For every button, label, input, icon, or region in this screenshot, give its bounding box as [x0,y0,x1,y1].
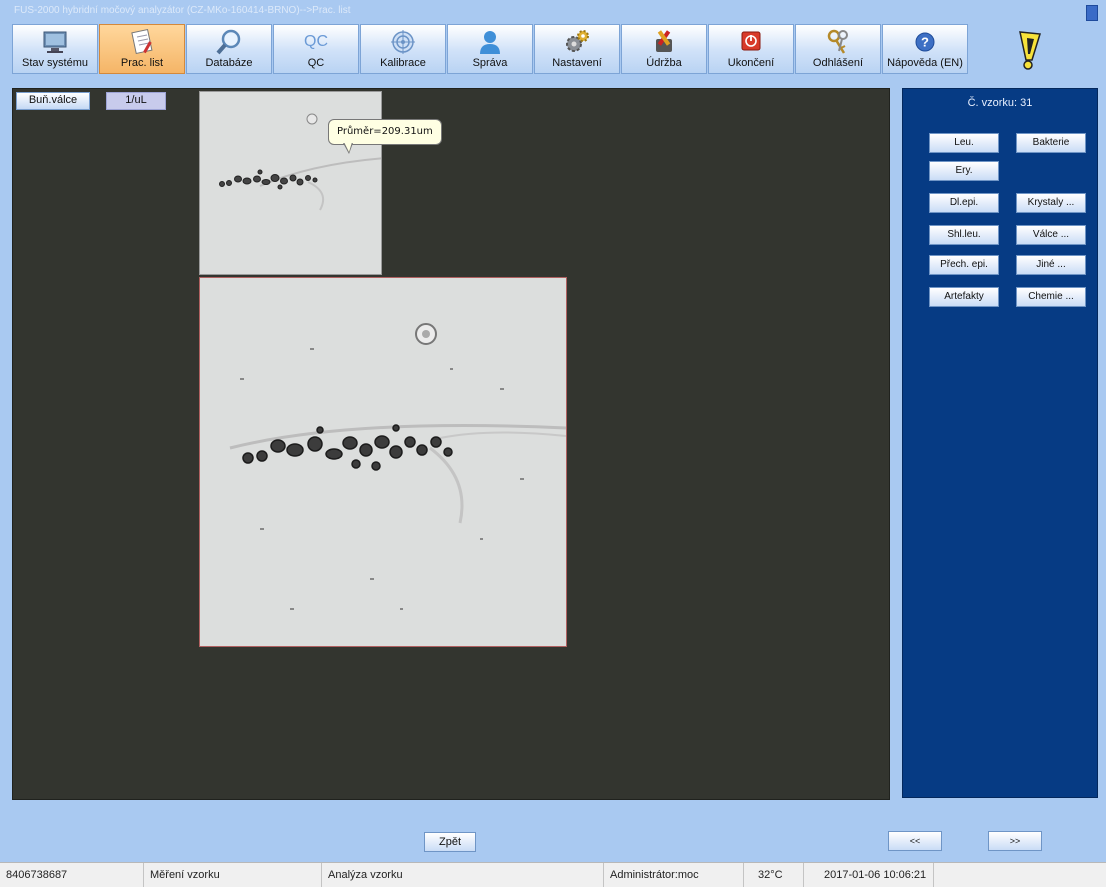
toolbar-label: Nastavení [552,57,602,69]
warning-icon[interactable] [1010,30,1044,72]
toolbar-label: Nápověda (EN) [887,57,963,69]
particle-enlarged-image-graphic [229,323,566,610]
toolbar-sprava-button[interactable]: Správa [447,24,533,74]
magnifier-icon [215,29,243,55]
gears-icon [563,29,591,55]
sample-number-label: Č. vzorku: 31 [967,97,1033,109]
toolbar-kalibrace-button[interactable]: Kalibrace [360,24,446,74]
diameter-tooltip: Průměr=209.31um [328,119,442,154]
toolbar-label: Prac. list [120,57,164,69]
toolbar-label: Kalibrace [380,57,426,69]
status-bar: 8406738687 Měření vzorku Analýza vzorku … [0,862,1106,887]
status-mode: Měření vzorku [144,863,322,887]
qc-icon: QC [304,33,328,50]
toolbar-ukonceni-button[interactable]: Ukončení [708,24,794,74]
image-workspace: Buň.válce 1/uL Průměr=209.31um [12,88,890,800]
back-button[interactable]: Zpět [424,832,476,852]
diameter-tooltip-text: Průměr=209.31um [337,126,433,137]
status-datetime: 2017-01-06 10:06:21 [804,863,934,887]
toolbar-nastaveni-button[interactable]: Nastavení [534,24,620,74]
toolbar-prac-list-button[interactable]: Prac. list [99,24,185,74]
toolbar-label: Databáze [205,57,253,69]
toolbar-label: Správa [472,57,508,69]
toolbar-stav-systemu-button[interactable]: Stav systému [12,24,98,74]
main-toolbar: Stav systému Prac. list Databáze QC QC K… [12,24,969,76]
ery-button[interactable]: Ery. [929,161,999,181]
toolbar-label: Stav systému [21,57,89,69]
prech-epi-button[interactable]: Přech. epi. [929,255,999,275]
unit-tag[interactable]: 1/uL [106,92,166,110]
monitor-icon [41,29,69,55]
category-tag[interactable]: Buň.válce [16,92,90,110]
status-temperature: 32°C [744,863,804,887]
toolbar-qc-button[interactable]: QC QC [273,24,359,74]
toolbar-napoveda-button[interactable]: ? Nápověda (EN) [882,24,968,74]
keys-icon [824,29,852,55]
tools-icon [650,29,678,55]
toolbar-udrzba-button[interactable]: Údržba [621,24,707,74]
tooltip-tail-fill [344,142,352,152]
power-icon [737,29,765,55]
toolbar-label: QC [307,57,325,69]
krystaly-button[interactable]: Krystaly ... [1016,193,1086,213]
jine-button[interactable]: Jiné ... [1016,255,1086,275]
svg-text:?: ? [921,35,929,50]
artefakty-button[interactable]: Artefakty [929,287,999,307]
toolbar-label: Údržba [646,57,682,69]
title-bar: FUS-2000 hybridní močový analyzátor (CZ-… [0,0,1106,22]
status-task: Analýza vzorku [322,863,604,887]
notebook-icon [128,29,156,55]
toolbar-odhlaseni-button[interactable]: Odhlášení [795,24,881,74]
bakterie-button[interactable]: Bakterie [1016,133,1086,153]
valce-button[interactable]: Válce ... [1016,225,1086,245]
status-sample-id: 8406738687 [0,863,144,887]
user-icon [476,29,504,55]
status-empty [934,863,1106,887]
help-icon: ? [911,29,939,55]
toolbar-label: Odhlášení [812,57,864,69]
shl-leu-button[interactable]: Shl.leu. [929,225,999,245]
target-icon [389,29,417,55]
toolbar-databaze-button[interactable]: Databáze [186,24,272,74]
dl-epi-button[interactable]: Dl.epi. [929,193,999,213]
previous-button[interactable]: << [888,831,942,851]
leu-button[interactable]: Leu. [929,133,999,153]
classification-panel: Č. vzorku: 31 Leu. Bakterie Ery. Dl.epi.… [902,88,1098,798]
minimize-button[interactable] [1086,5,1098,21]
particle-enlarged-image[interactable] [199,277,567,647]
next-button[interactable]: >> [988,831,1042,851]
toolbar-label: Ukončení [727,57,775,69]
chemie-button[interactable]: Chemie ... [1016,287,1086,307]
window-title: FUS-2000 hybridní močový analyzátor (CZ-… [14,5,351,16]
status-user: Administrátor:moc [604,863,744,887]
